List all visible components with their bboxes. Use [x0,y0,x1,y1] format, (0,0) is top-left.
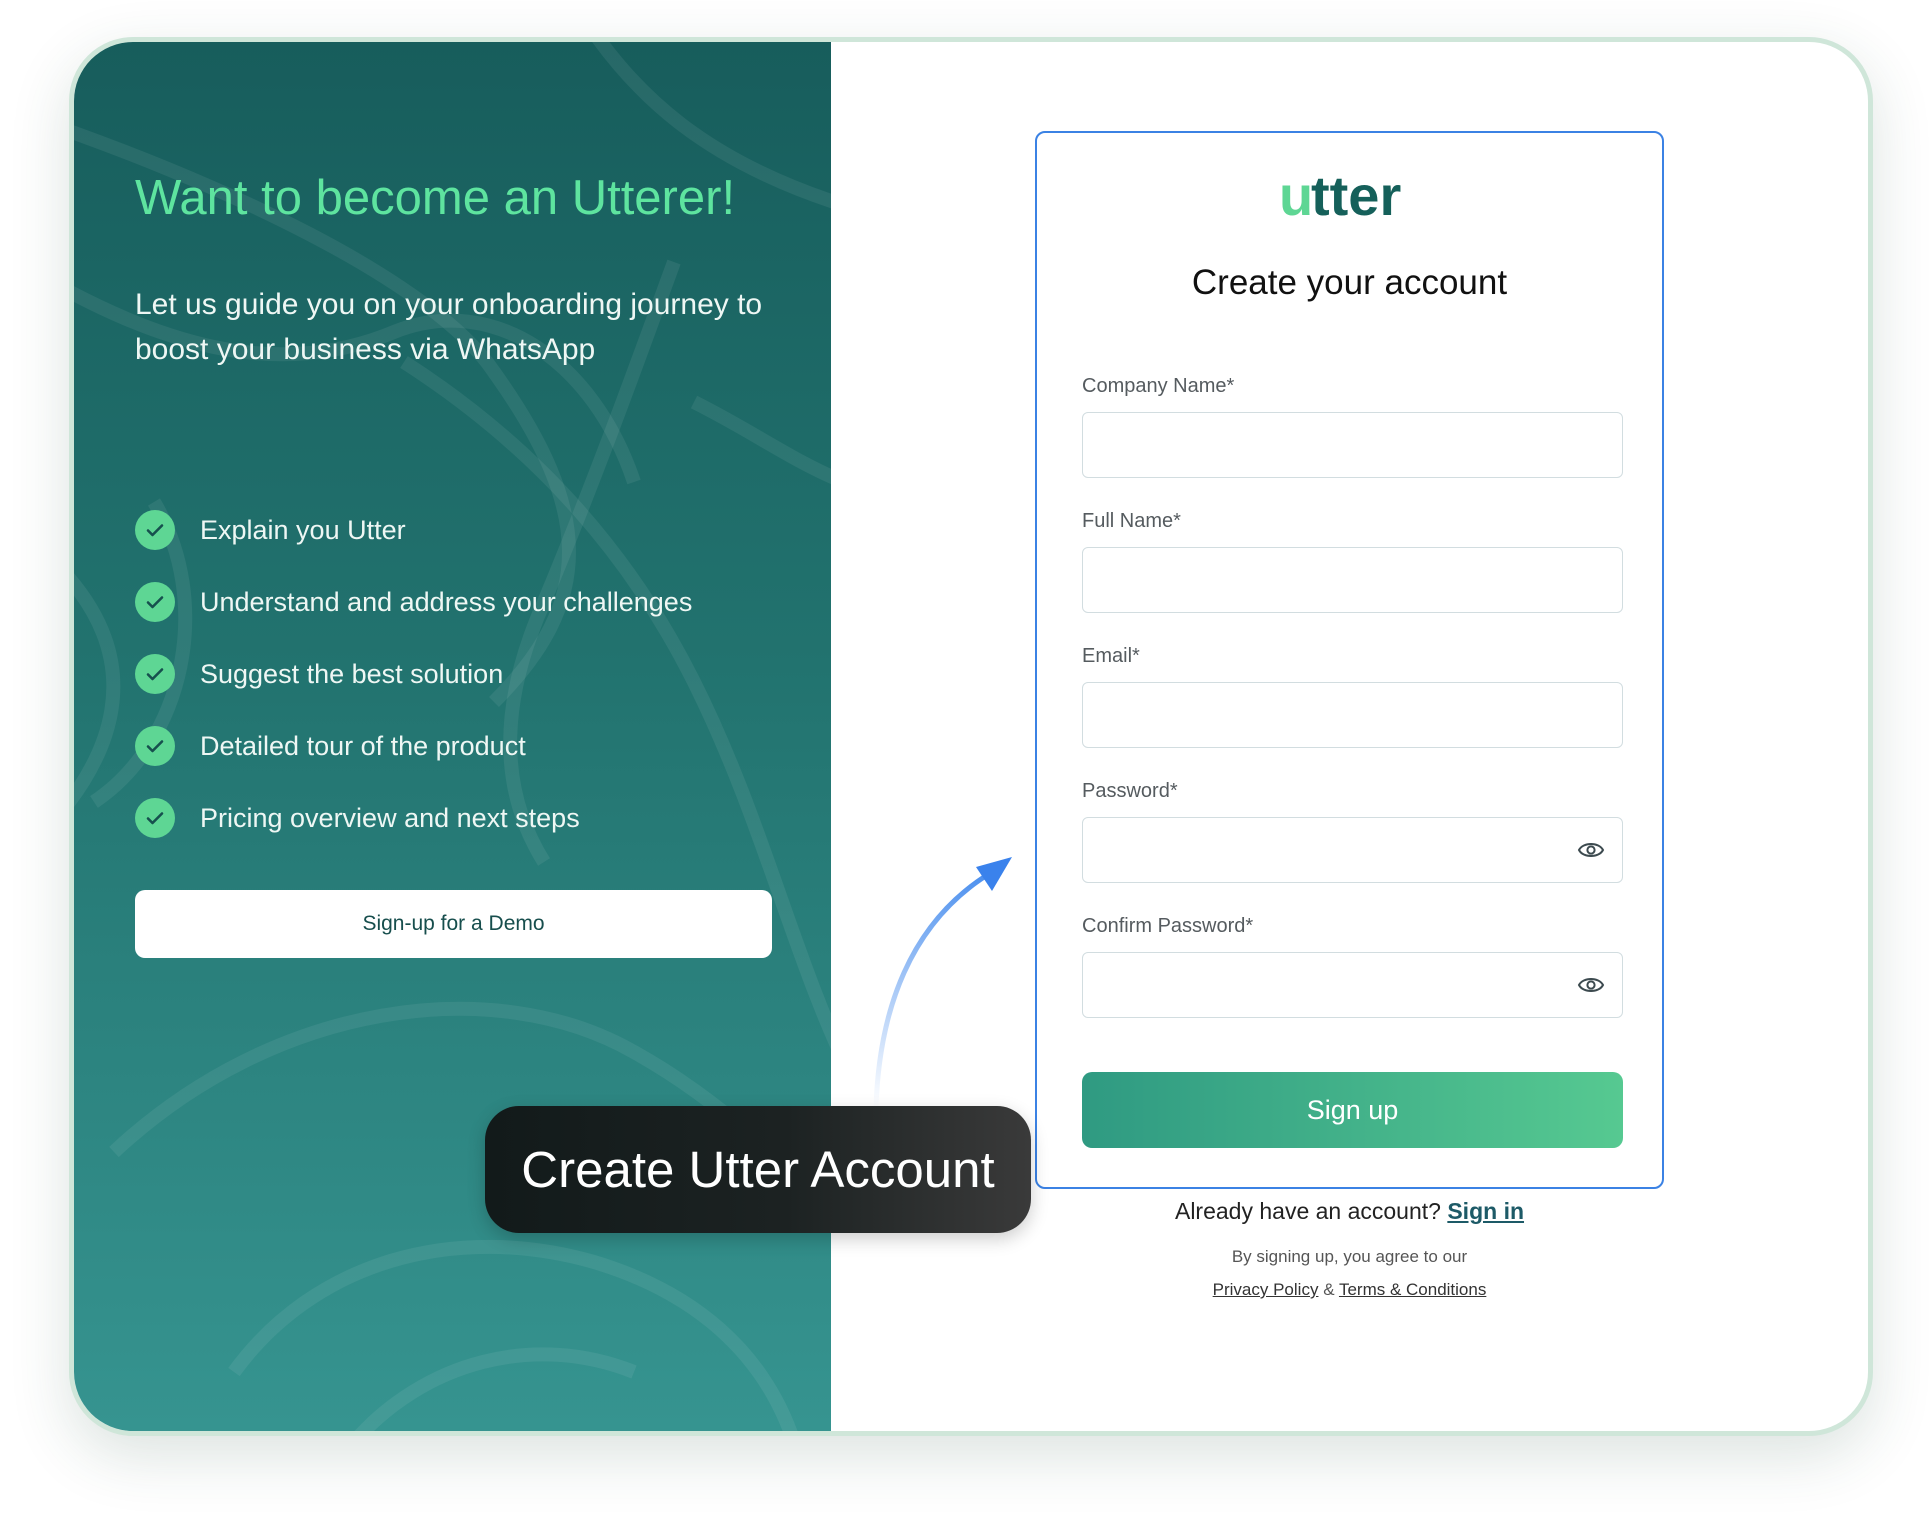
feature-text: Pricing overview and next steps [200,802,580,833]
ampersand: & [1323,1280,1335,1299]
eye-icon[interactable] [1577,836,1605,864]
promo-title: Want to become an Utterer! [135,171,736,225]
terms-link[interactable]: Terms & Conditions [1339,1280,1486,1299]
legal-links: Privacy Policy & Terms & Conditions [1035,1280,1664,1300]
confirm-password-label: Confirm Password* [1082,915,1254,937]
feature-item: Pricing overview and next steps [135,782,692,854]
privacy-policy-link[interactable]: Privacy Policy [1213,1280,1319,1299]
promo-subtitle: Let us guide you on your onboarding jour… [135,288,763,366]
email-label: Email* [1082,645,1140,667]
feature-text: Suggest the best solution [200,658,504,689]
sign-up-button[interactable]: Sign up [1082,1072,1623,1148]
svg-text:tter: tter [1311,169,1401,225]
email-input[interactable] [1082,682,1623,748]
feature-item: Suggest the best solution [135,638,692,710]
feature-text: Explain you Utter [200,514,406,545]
create-account-callout: Create Utter Account [485,1106,1031,1233]
feature-text: Understand and address your challenges [200,586,693,617]
check-icon [135,654,175,694]
feature-item: Understand and address your challenges [135,566,692,638]
demo-signup-button[interactable]: Sign-up for a Demo [135,890,772,958]
company-name-label: Company Name* [1082,375,1235,397]
already-account-line: Already have an account? Sign in [1035,1198,1664,1225]
full-name-input[interactable] [1082,547,1623,613]
already-account-text: Already have an account? [1174,1198,1441,1224]
agree-text: By signing up, you agree to our [1231,1247,1468,1266]
check-icon [135,582,175,622]
feature-item: Explain you Utter [135,494,692,566]
company-name-input[interactable] [1082,412,1623,478]
signup-window: Want to become an Utterer! Let us guide … [69,37,1873,1436]
form-title: Create your account [1191,263,1508,302]
feature-text: Detailed tour of the product [200,730,526,761]
signup-form-card: u tter Create your account Company Name*… [1035,131,1664,1189]
check-icon [135,510,175,550]
sign-in-link[interactable]: Sign in [1447,1198,1524,1224]
feature-item: Detailed tour of the product [135,710,692,782]
check-icon [135,798,175,838]
password-input[interactable] [1082,817,1623,883]
confirm-password-input[interactable] [1082,952,1623,1018]
feature-list: Explain you Utter Understand and address… [135,494,692,854]
utter-logo: u tter [1279,169,1401,225]
check-icon [135,726,175,766]
password-label: Password* [1082,780,1178,802]
eye-icon[interactable] [1577,971,1605,999]
svg-text:u: u [1279,169,1313,225]
full-name-label: Full Name* [1082,510,1181,532]
